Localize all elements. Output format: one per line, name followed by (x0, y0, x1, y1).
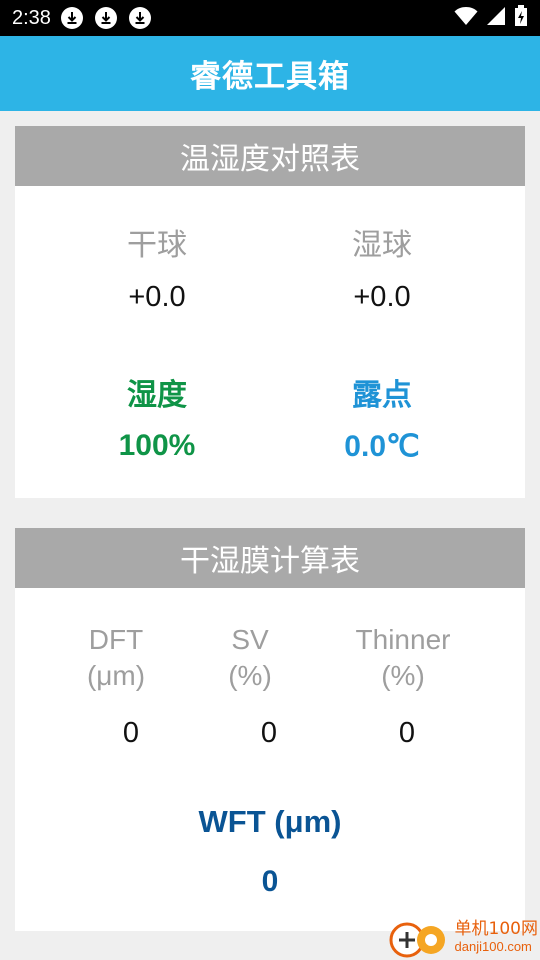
dft-value[interactable]: 0 (81, 717, 181, 750)
humidity-table-card: 温湿度对照表 干球 湿球 +0.0 +0.0 湿度 露点 100% 0.0℃ (15, 126, 525, 498)
dew-point-label: 露点 (352, 378, 412, 413)
thinner-label-unit: (%) (381, 660, 425, 691)
thinner-label-name: Thinner (355, 624, 451, 655)
wet-bulb-value[interactable]: +0.0 (282, 281, 482, 314)
signal-icon (486, 6, 506, 30)
download-icon (60, 7, 83, 29)
sv-label: SV (%) (175, 622, 325, 694)
download-icon (128, 7, 151, 29)
sv-label-name: SV (231, 624, 269, 655)
dft-label: DFT (μm) (41, 622, 191, 694)
app-title: 睿德工具箱 (190, 59, 350, 95)
sv-value[interactable]: 0 (219, 717, 319, 750)
humidity-table-title: 温湿度对照表 (15, 126, 525, 186)
thinner-label: Thinner (%) (313, 622, 493, 694)
download-icon (94, 7, 117, 29)
app-bar: 睿德工具箱 (0, 36, 540, 111)
wifi-icon (454, 6, 478, 30)
sv-label-unit: (%) (228, 660, 272, 691)
battery-icon (514, 5, 528, 31)
wet-bulb-label: 湿球 (352, 228, 412, 263)
watermark-logo-icon (387, 918, 451, 958)
watermark-en: danji100.com (454, 939, 532, 954)
humidity-value: 100% (118, 429, 196, 462)
humidity-label: 湿度 (127, 378, 187, 413)
film-thickness-card: 干湿膜计算表 DFT (μm) SV (%) Thinner (%) 0 0 0… (15, 528, 525, 931)
film-thickness-title: 干湿膜计算表 (15, 528, 525, 588)
dft-label-name: DFT (88, 624, 144, 655)
wft-label: WFT (μm) (198, 804, 342, 839)
watermark: 单机100网 danji100.com (387, 918, 538, 958)
thinner-value[interactable]: 0 (357, 717, 457, 750)
watermark-cn: 单机100网 (454, 919, 538, 939)
dft-label-unit: (μm) (86, 660, 146, 691)
dry-bulb-label: 干球 (127, 228, 187, 263)
wft-value: 0 (261, 865, 279, 898)
dry-bulb-value[interactable]: +0.0 (57, 281, 257, 314)
status-bar: 2:38 (0, 0, 540, 36)
status-time: 2:38 (12, 6, 51, 29)
dew-point-value: 0.0℃ (344, 430, 420, 463)
